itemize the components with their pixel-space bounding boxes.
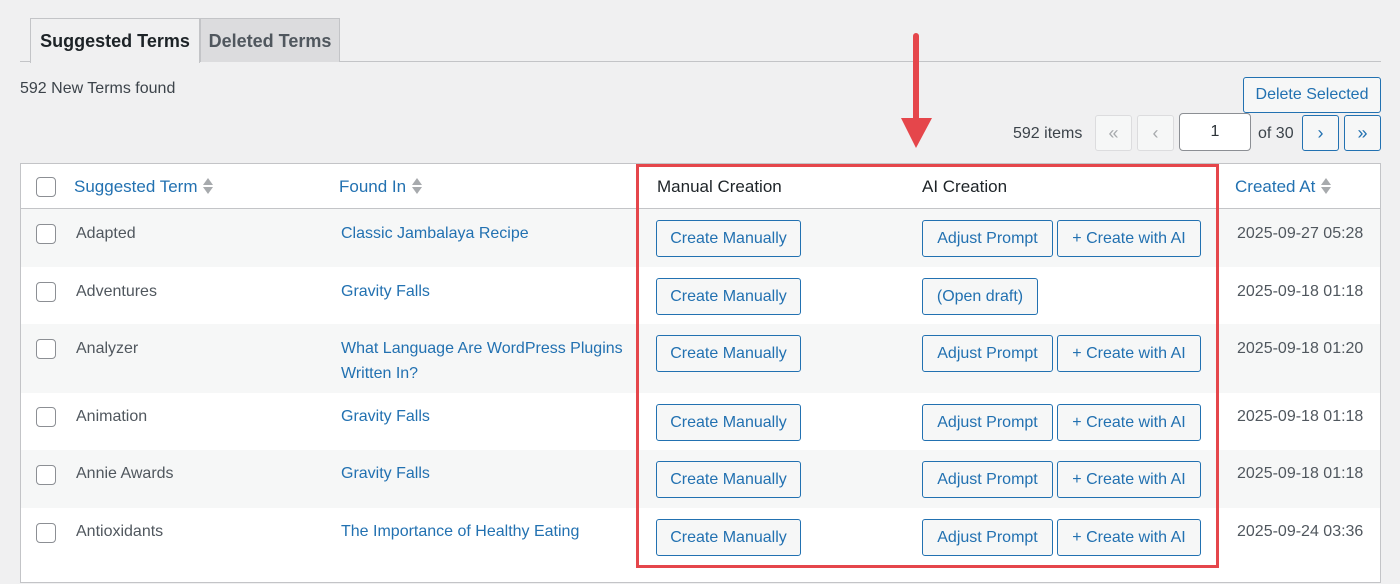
term-name: Adapted bbox=[76, 225, 136, 242]
sort-icon bbox=[203, 177, 214, 195]
create-manually-button[interactable]: Create Manually bbox=[656, 335, 801, 372]
items-count: 592 items bbox=[1013, 125, 1083, 142]
terms-found-count: 592 New Terms found bbox=[20, 80, 176, 97]
table-row: Analyzer What Language Are WordPress Plu… bbox=[21, 324, 1380, 393]
tab-bar: Suggested Terms Deleted Terms bbox=[20, 18, 1381, 63]
created-at: 2025-09-18 01:18 bbox=[1237, 283, 1364, 300]
term-name: Annie Awards bbox=[76, 465, 174, 482]
adjust-prompt-button[interactable]: Adjust Prompt bbox=[922, 404, 1053, 441]
create-manually-button[interactable]: Create Manually bbox=[656, 220, 801, 257]
create-with-ai-button[interactable]: + Create with AI bbox=[1057, 404, 1201, 441]
sort-icon bbox=[1321, 177, 1332, 195]
last-page-button[interactable]: » bbox=[1344, 115, 1381, 151]
create-manually-button[interactable]: Create Manually bbox=[656, 278, 801, 315]
column-found-in-label: Found In bbox=[339, 177, 407, 196]
found-in-link[interactable]: Classic Jambalaya Recipe bbox=[341, 221, 641, 246]
table-row: Adventures Gravity Falls Create Manually… bbox=[21, 267, 1380, 324]
adjust-prompt-button[interactable]: Adjust Prompt bbox=[922, 335, 1053, 372]
row-checkbox[interactable] bbox=[36, 523, 56, 543]
next-page-button[interactable]: › bbox=[1302, 115, 1339, 151]
first-page-button: « bbox=[1095, 115, 1132, 151]
found-in-link[interactable]: The Importance of Healthy Eating bbox=[341, 519, 641, 544]
row-checkbox[interactable] bbox=[36, 339, 56, 359]
create-with-ai-button[interactable]: + Create with AI bbox=[1057, 519, 1201, 556]
found-in-link[interactable]: Gravity Falls bbox=[341, 461, 641, 486]
column-suggested-term[interactable]: Suggested Term bbox=[74, 177, 214, 197]
created-at: 2025-09-18 01:18 bbox=[1237, 408, 1364, 425]
column-suggested-term-label: Suggested Term bbox=[74, 177, 198, 196]
column-created-at-label: Created At bbox=[1235, 177, 1316, 196]
create-with-ai-button[interactable]: + Create with AI bbox=[1057, 335, 1201, 372]
created-at: 2025-09-27 05:28 bbox=[1237, 225, 1364, 242]
adjust-prompt-button[interactable]: Adjust Prompt bbox=[922, 519, 1053, 556]
create-with-ai-button[interactable]: + Create with AI bbox=[1057, 220, 1201, 257]
adjust-prompt-button[interactable]: Adjust Prompt bbox=[922, 220, 1053, 257]
delete-selected-button[interactable]: Delete Selected bbox=[1243, 77, 1381, 113]
total-pages: of 30 bbox=[1258, 125, 1294, 142]
row-checkbox[interactable] bbox=[36, 465, 56, 485]
table-row: Antioxidants The Importance of Healthy E… bbox=[21, 508, 1380, 584]
term-name: Antioxidants bbox=[76, 523, 164, 540]
adjust-prompt-button[interactable]: Adjust Prompt bbox=[922, 461, 1053, 498]
term-name: Animation bbox=[76, 408, 148, 425]
create-manually-button[interactable]: Create Manually bbox=[656, 404, 801, 441]
term-name: Analyzer bbox=[76, 340, 139, 357]
terms-table: Suggested Term Found In Manual Creation … bbox=[20, 163, 1381, 583]
current-page-input[interactable] bbox=[1179, 113, 1251, 151]
prev-page-button: ‹ bbox=[1137, 115, 1174, 151]
open-draft-button[interactable]: (Open draft) bbox=[922, 278, 1038, 315]
term-name: Adventures bbox=[76, 283, 157, 300]
table-header: Suggested Term Found In Manual Creation … bbox=[21, 164, 1380, 209]
column-ai-creation: AI Creation bbox=[922, 177, 1008, 196]
found-in-link[interactable]: Gravity Falls bbox=[341, 279, 641, 304]
row-checkbox[interactable] bbox=[36, 407, 56, 427]
found-in-link[interactable]: What Language Are WordPress Plugins Writ… bbox=[341, 336, 631, 386]
tab-suggested-terms[interactable]: Suggested Terms bbox=[30, 18, 200, 63]
column-found-in[interactable]: Found In bbox=[339, 177, 423, 197]
column-created-at[interactable]: Created At bbox=[1235, 177, 1332, 197]
create-manually-button[interactable]: Create Manually bbox=[656, 461, 801, 498]
create-manually-button[interactable]: Create Manually bbox=[656, 519, 801, 556]
created-at: 2025-09-24 03:36 bbox=[1237, 523, 1364, 540]
create-with-ai-button[interactable]: + Create with AI bbox=[1057, 461, 1201, 498]
table-row: Animation Gravity Falls Create Manually … bbox=[21, 393, 1380, 450]
select-all-checkbox[interactable] bbox=[36, 177, 56, 197]
row-checkbox[interactable] bbox=[36, 224, 56, 244]
sort-icon bbox=[412, 177, 423, 195]
row-checkbox[interactable] bbox=[36, 282, 56, 302]
created-at: 2025-09-18 01:20 bbox=[1237, 340, 1364, 357]
column-manual-creation: Manual Creation bbox=[657, 177, 782, 196]
table-row: Adapted Classic Jambalaya Recipe Create … bbox=[21, 209, 1380, 267]
tab-deleted-terms[interactable]: Deleted Terms bbox=[200, 18, 340, 62]
created-at: 2025-09-18 01:18 bbox=[1237, 465, 1364, 482]
found-in-link[interactable]: Gravity Falls bbox=[341, 404, 641, 429]
down-arrow-icon bbox=[901, 33, 932, 148]
table-row: Annie Awards Gravity Falls Create Manual… bbox=[21, 450, 1380, 508]
